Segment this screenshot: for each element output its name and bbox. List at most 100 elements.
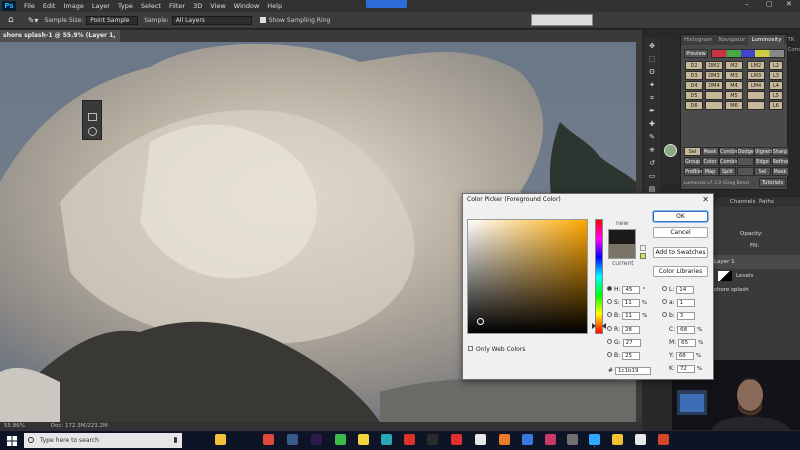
luminosity-mask-button[interactable]	[747, 91, 765, 100]
lab-b-input[interactable]: 3	[676, 311, 695, 320]
luminosity-mask-button[interactable]: D4	[685, 81, 703, 90]
taskbar-search-input[interactable]: Type here to search	[24, 433, 182, 448]
yellow-input[interactable]: 68	[675, 351, 694, 360]
tab-histogram[interactable]: Histogram	[681, 35, 716, 45]
magenta-input[interactable]: 65	[678, 338, 697, 347]
lumenzia-function-button[interactable]: Map	[701, 167, 719, 176]
menu-select[interactable]: Select	[137, 2, 165, 10]
saturation-radio[interactable]	[607, 299, 612, 304]
green-input[interactable]: 27	[622, 338, 641, 347]
app-gray-icon[interactable]	[567, 434, 578, 445]
tab-luminosity[interactable]: Luminosity	[748, 35, 785, 45]
menu-help[interactable]: Help	[263, 2, 286, 10]
hue-slider[interactable]	[592, 219, 606, 334]
hex-field[interactable]: # 1c1b19	[608, 366, 651, 375]
luminosity-mask-button[interactable]	[747, 101, 765, 110]
blue-input[interactable]: 25	[622, 351, 641, 360]
luminosity-mask-button[interactable]: DM2	[705, 61, 723, 70]
luminosity-mask-button[interactable]: L5	[769, 91, 783, 100]
windows-start-icon[interactable]	[7, 436, 17, 446]
green-field[interactable]: G: 27	[607, 338, 641, 347]
folder-icon[interactable]	[612, 434, 623, 445]
only-web-colors-checkbox[interactable]	[468, 346, 473, 351]
lab-b-radio[interactable]	[662, 312, 667, 317]
cyan-input[interactable]: 68	[677, 325, 696, 334]
saturation-brightness-field[interactable]	[467, 219, 588, 334]
extension-mini-panel[interactable]	[531, 14, 593, 26]
menu-file[interactable]: File	[20, 2, 39, 10]
camera-icon[interactable]	[263, 434, 274, 445]
app-green-icon[interactable]	[335, 434, 346, 445]
lumenzia-function-button[interactable]: Vignette	[754, 147, 776, 156]
color-libraries-button[interactable]: Color Libraries	[653, 266, 708, 277]
tab-tk-comb[interactable]: TK Comb	[784, 35, 800, 53]
sample-size-select[interactable]: Point Sample	[86, 15, 139, 25]
lumenzia-function-button[interactable]: Mask	[771, 167, 789, 176]
lumenzia-function-button[interactable]: Edge	[754, 157, 771, 166]
luminosity-mask-button[interactable]	[705, 101, 723, 110]
tab-channels[interactable]: Channels	[730, 199, 755, 205]
red-field[interactable]: R: 28	[607, 325, 640, 334]
zoom-level[interactable]: 55.86%	[4, 423, 25, 429]
hue-field[interactable]: H: 45 °	[607, 285, 650, 295]
luminosity-mask-button[interactable]: LM3	[747, 71, 765, 80]
luminosity-mask-button[interactable]: DM4	[705, 81, 723, 90]
color-cursor[interactable]	[477, 318, 484, 325]
lumenzia-function-button[interactable]	[736, 157, 754, 166]
menu-layer[interactable]: Layer	[88, 2, 114, 10]
lumenzia-function-button[interactable]: Mask	[701, 147, 719, 156]
app-orange-icon[interactable]	[499, 434, 510, 445]
app-teal-icon[interactable]	[381, 434, 392, 445]
menu-3d[interactable]: 3D	[189, 2, 206, 10]
menu-type[interactable]: Type	[114, 2, 137, 10]
luminosity-mask-button[interactable]: L6	[769, 101, 783, 110]
saturation-input[interactable]: 11	[621, 298, 640, 307]
lumenzia-function-button[interactable]: Refine	[771, 157, 789, 166]
menu-filter[interactable]: Filter	[165, 2, 189, 10]
luminosity-mask-button[interactable]: M4	[725, 81, 743, 90]
luminosity-mask-button[interactable]: DM3	[705, 71, 723, 80]
app-red-icon[interactable]	[404, 434, 415, 445]
ok-button[interactable]: OK	[653, 211, 708, 222]
marquee-tool-icon[interactable]: ⬚	[646, 54, 658, 64]
menu-edit[interactable]: Edit	[39, 2, 60, 10]
red-input[interactable]: 28	[621, 325, 640, 334]
home-icon[interactable]: ⌂	[8, 15, 14, 25]
menu-view[interactable]: View	[206, 2, 229, 10]
current-color-swatch[interactable]	[608, 244, 636, 259]
lab-l-radio[interactable]	[662, 286, 667, 291]
tab-navigator[interactable]: Navigator	[716, 35, 749, 45]
green-radio[interactable]	[607, 339, 612, 344]
lab-a-radio[interactable]	[662, 299, 667, 304]
luminosity-mask-button[interactable]: D5	[685, 91, 703, 100]
luminosity-mask-button[interactable]: L2	[769, 61, 783, 70]
gamut-warning-icon[interactable]	[640, 245, 646, 251]
hue-radio[interactable]	[607, 286, 612, 291]
file-explorer-icon[interactable]	[215, 434, 226, 445]
lab-l-input[interactable]: 14	[676, 285, 695, 294]
show-ring-checkbox[interactable]	[259, 17, 266, 23]
lumenzia-function-button[interactable]: Combine	[719, 157, 742, 166]
magenta-field[interactable]: M: 65%	[669, 338, 706, 348]
black-field[interactable]: K: 72%	[669, 364, 705, 374]
lumenzia-function-button[interactable]	[736, 167, 754, 176]
eraser-tool-icon[interactable]: ▭	[646, 171, 658, 181]
lumenzia-icon[interactable]	[664, 144, 677, 157]
luminosity-mask-button[interactable]: L4	[769, 81, 783, 90]
app-dark-icon[interactable]	[427, 434, 438, 445]
app-white-icon[interactable]	[475, 434, 486, 445]
dialog-close-icon[interactable]: ✕	[702, 194, 709, 206]
tutorials-button[interactable]: Tutorials	[759, 178, 786, 187]
hue-input[interactable]: 45	[622, 285, 641, 294]
premiere-icon[interactable]	[311, 434, 322, 445]
lumenzia-function-button[interactable]: PreBlend	[684, 167, 707, 176]
lasso-tool-icon[interactable]: ʘ	[646, 67, 658, 77]
lumenzia-function-button[interactable]: Sharp	[771, 147, 789, 156]
lab-b-field[interactable]: b: 3	[662, 311, 695, 320]
lumenzia-function-button[interactable]: Dodge	[736, 147, 754, 156]
floating-mini-panel[interactable]	[82, 100, 102, 140]
history-brush-icon[interactable]: ↺	[646, 158, 658, 168]
mail-icon[interactable]	[239, 434, 250, 445]
app-blue-icon[interactable]	[522, 434, 533, 445]
luminosity-mask-button[interactable]: M3	[725, 71, 743, 80]
